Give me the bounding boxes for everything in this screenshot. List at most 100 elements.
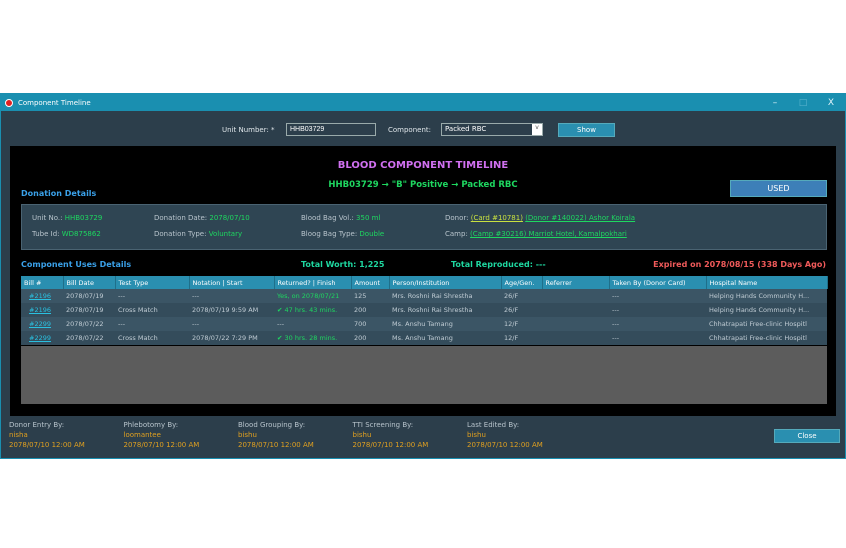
table-row[interactable]: #2196 2078/07/19 Cross Match 2078/07/19 9:5… — [21, 303, 827, 317]
donation-date-value: 2078/07/10 — [209, 214, 250, 222]
column-header[interactable]: Referrer — [542, 276, 610, 289]
bill-link[interactable]: #2196 — [21, 303, 63, 317]
column-header[interactable]: Returned? | Finish — [274, 276, 352, 289]
component-select[interactable]: Packed RBC v — [441, 123, 543, 136]
table-cell: --- — [115, 317, 189, 331]
table-cell: --- — [115, 289, 189, 303]
table-cell: 2078/07/19 9:59 AM — [189, 303, 274, 317]
expired-text: Expired on 2078/08/15 (338 Days Ago) — [653, 260, 826, 269]
table-cell: ✔ 47 hrs. 43 mins. — [274, 303, 351, 317]
audit-label: Phlebotomy By: — [123, 421, 179, 429]
table-cell: 700 — [351, 317, 389, 331]
table-cell: Cross Match — [115, 303, 189, 317]
component-label: Component: — [388, 126, 431, 134]
column-header[interactable]: Person/Institution — [389, 276, 502, 289]
donation-type-label: Donation Type: — [154, 230, 207, 238]
audit-date: 2078/07/10 12:00 AM — [9, 441, 85, 449]
table-cell: 26/F — [501, 303, 542, 317]
table-row[interactable]: #2196 2078/07/19 --- --- Yes, on 2078/07/21 1… — [21, 289, 827, 303]
table-cell: Helping Hands Community H... — [706, 289, 827, 303]
column-header[interactable]: Taken By (Donor Card) — [609, 276, 707, 289]
table-cell: Mrs. Roshni Rai Shrestha — [389, 289, 501, 303]
bag-type-value: Double — [359, 230, 385, 238]
audit-user: bishu — [467, 431, 486, 439]
donation-details-box: Unit No.: HHB03729 Tube Id: WD875862 Don… — [21, 204, 827, 250]
bag-vol-value: 350 ml — [356, 214, 381, 222]
table-cell: --- — [609, 317, 706, 331]
table-cell: 200 — [351, 303, 389, 317]
column-header[interactable]: Bill Date — [63, 276, 116, 289]
table-cell — [542, 331, 609, 345]
table-cell: 2078/07/19 — [63, 289, 115, 303]
camp-link[interactable]: (Camp #30216) Marriot Hotel, Kamalpokhar… — [470, 230, 627, 238]
chevron-down-icon: v — [532, 124, 542, 135]
table-cell: --- — [609, 331, 706, 345]
table-cell: Chhatrapati Free-clinic Hospitl — [706, 317, 827, 331]
donor-link[interactable]: (Donor #140022) Ashor Koirala — [525, 214, 635, 222]
table-cell: 2078/07/22 7:29 PM — [189, 331, 274, 345]
used-status-badge: USED — [730, 180, 827, 197]
audit-label: Last Edited By: — [467, 421, 520, 429]
unit-no-value: HHB03729 — [64, 214, 103, 222]
donation-details-heading: Donation Details — [21, 189, 97, 198]
unit-number-input[interactable] — [286, 123, 376, 136]
column-header[interactable]: Age/Gen. — [501, 276, 543, 289]
donation-type-value: Voluntary — [208, 230, 243, 238]
audit-entry: Last Edited By: bishu 2078/07/10 12:00 AM — [467, 421, 543, 449]
table-cell: --- — [189, 289, 274, 303]
column-header[interactable]: Bill # — [21, 276, 64, 289]
bill-link[interactable]: #2299 — [21, 317, 63, 331]
unit-no-label: Unit No.: — [32, 214, 63, 222]
table-cell: Yes, on 2078/07/21 — [274, 289, 351, 303]
table-cell: Mrs. Roshni Rai Shrestha — [389, 303, 501, 317]
column-header[interactable]: Amount — [351, 276, 390, 289]
tube-id-value: WD875862 — [61, 230, 101, 238]
table-cell: 2078/07/22 — [63, 317, 115, 331]
uses-table: Bill # Bill Date Test Type Notation | Start… — [21, 276, 828, 345]
column-header[interactable]: Hospital Name — [706, 276, 828, 289]
bill-link[interactable]: #2299 — [21, 331, 63, 345]
close-button[interactable]: Close — [774, 429, 840, 443]
table-cell: Ms. Anshu Tamang — [389, 331, 501, 345]
component-timeline-window: Component Timeline – □ X Unit Number: * … — [0, 93, 846, 459]
show-button[interactable]: Show — [558, 123, 615, 137]
table-cell — [542, 289, 609, 303]
donation-date-label: Donation Date: — [154, 214, 208, 222]
close-window-button[interactable]: X — [817, 98, 845, 108]
table-cell — [542, 317, 609, 331]
table-cell: 200 — [351, 331, 389, 345]
table-row[interactable]: #2299 2078/07/22 --- --- --- 700 Ms. Anshu Tam… — [21, 317, 827, 331]
total-reproduced: Total Reproduced: --- — [451, 260, 546, 269]
table-row[interactable]: #2299 2078/07/22 Cross Match 2078/07/22 7:2… — [21, 331, 827, 345]
total-worth: Total Worth: 1,225 — [301, 260, 385, 269]
audit-label: Donor Entry By: — [9, 421, 65, 429]
table-cell: Ms. Anshu Tamang — [389, 317, 501, 331]
audit-label: TTI Screening By: — [352, 421, 414, 429]
audit-entry: Donor Entry By: nisha 2078/07/10 12:00 AM — [9, 421, 85, 449]
component-value: Packed RBC — [445, 125, 487, 133]
maximize-button[interactable]: □ — [789, 98, 817, 108]
table-cell: Helping Hands Community H... — [706, 303, 827, 317]
donor-card-link[interactable]: (Card #10781) — [471, 214, 523, 222]
audit-user: loomantee — [123, 431, 161, 439]
table-cell: --- — [609, 289, 706, 303]
audit-date: 2078/07/10 12:00 AM — [238, 441, 314, 449]
table-cell: 12/F — [501, 331, 542, 345]
table-cell: 2078/07/19 — [63, 303, 115, 317]
audit-label: Blood Grouping By: — [238, 421, 306, 429]
timeline-subtitle: HHB03729 → "B" Positive → Packed RBC — [328, 180, 518, 190]
camp-label: Camp: — [445, 230, 468, 238]
app-logo-icon — [5, 98, 13, 107]
component-uses-heading: Component Uses Details — [21, 260, 132, 269]
table-cell: Chhatrapati Free-clinic Hospitl — [706, 331, 827, 345]
column-header[interactable]: Test Type — [115, 276, 190, 289]
timeline-title: BLOOD COMPONENT TIMELINE — [337, 160, 509, 171]
column-header[interactable]: Notation | Start — [189, 276, 275, 289]
bill-link[interactable]: #2196 — [21, 289, 63, 303]
table-cell: --- — [609, 303, 706, 317]
table-cell: Cross Match — [115, 331, 189, 345]
table-cell: 2078/07/22 — [63, 331, 115, 345]
table-cell: ✔ 30 hrs. 28 mins. — [274, 331, 351, 345]
minimize-button[interactable]: – — [761, 98, 789, 108]
table-cell — [542, 303, 609, 317]
